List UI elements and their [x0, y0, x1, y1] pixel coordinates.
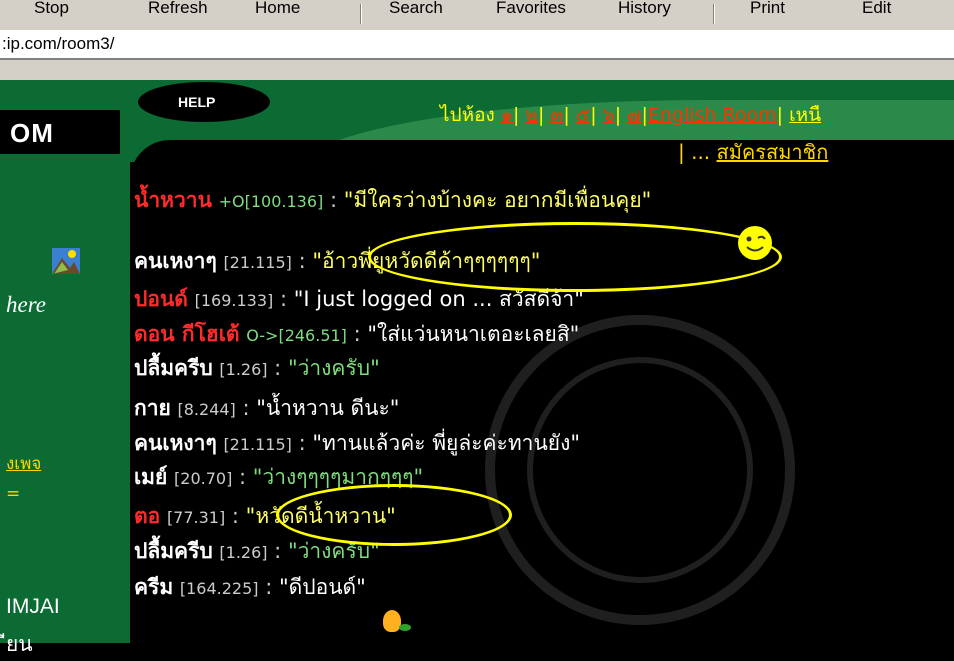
member-prefix: | ... [678, 140, 717, 164]
chat-message: "ทานแล้วค่ะ พี่ยูล่ะค่ะทานยัง" [312, 431, 581, 455]
toolbar-separator [713, 4, 715, 24]
chat-colon: : [273, 287, 294, 311]
chat-colon: : [267, 539, 288, 563]
sidebar-link[interactable]: งเพจ [6, 450, 41, 477]
chat-nick[interactable]: ดอน กีโฮเต้ [134, 322, 240, 346]
chat-ip: [21.115] [223, 435, 292, 454]
chat-ip: [8.244] [177, 400, 236, 419]
room-link-6[interactable]: ๖ [603, 104, 615, 126]
flower-leaf-icon [399, 624, 411, 631]
chat-colon: : [346, 322, 368, 346]
room-links: ไปห้อง ๑| ๒| ๓| ๕| ๖| ๗|English Room| เห… [440, 104, 822, 126]
chat-message: "มีใครว่างบ้างคะ อยากมีเพื่อนคุย" [343, 188, 652, 212]
edit-button[interactable]: Edit [862, 0, 891, 18]
chat-message: "น้ำหวาน ดีนะ" [256, 396, 400, 420]
chat-ip: [21.115] [223, 253, 292, 272]
print-button[interactable]: Print [750, 0, 785, 18]
chat-line: ปลื้มครีบ [1.26] : "ว่างครับ" [134, 352, 380, 385]
chat-line: ครีม [164.225] : "ดีปอนด์" [134, 571, 366, 604]
picture-icon[interactable] [52, 248, 80, 274]
chat-colon: : [267, 356, 288, 380]
chat-nick[interactable]: เมย์ [134, 465, 167, 489]
chat-colon: : [225, 504, 246, 528]
chat-ip: +O[100.136] [218, 192, 324, 211]
chat-line: กาย [8.244] : "น้ำหวาน ดีนะ" [134, 392, 399, 425]
here-link[interactable]: here [6, 292, 46, 318]
address-url[interactable]: :ip.com/room3/ [2, 34, 114, 54]
member-row: | ... สมัครสมาชิก [678, 136, 828, 168]
chat-colon: : [291, 249, 313, 273]
register-link[interactable]: สมัครสมาชิก [717, 140, 829, 164]
browser-toolbar: Stop Refresh Home Search Favorites Histo… [0, 0, 954, 31]
home-button[interactable]: Home [255, 0, 300, 18]
chat-line: คนเหงาๆ [21.115] : "ทานแล้วค่ะ พี่ยูล่ะค… [134, 427, 580, 460]
chat-ip: [77.31] [166, 508, 226, 527]
chat-ip: [1.26] [219, 360, 268, 379]
highlight-circle [368, 222, 782, 292]
address-bar[interactable]: :ip.com/room3/ [0, 30, 954, 60]
chat-message: "ใส่แว่นหนาเตอะเลยสิ" [367, 322, 580, 346]
flower-icon [383, 610, 401, 632]
chat-nick[interactable]: ตอ [134, 504, 160, 528]
chat-ip: O->[246.51] [246, 326, 347, 345]
chat-colon: : [235, 396, 257, 420]
chat-line: ดอน กีโฮเต้ O->[246.51] : "ใส่แว่นหนาเตอ… [134, 318, 579, 351]
toolbar-separator [360, 4, 362, 24]
chat-ip: [20.70] [174, 469, 233, 488]
chat-nick[interactable]: คนเหงาๆ [134, 249, 217, 273]
help-label[interactable]: HELP [178, 94, 215, 110]
chat-colon: : [258, 575, 279, 599]
chat-ip: [164.225] [179, 579, 259, 598]
chat-colon: : [291, 431, 313, 455]
highlight-circle [276, 484, 512, 546]
sidebar: OM here งเพจ = IMJAI ียน [0, 80, 130, 656]
room-link-1[interactable]: ๑ [501, 104, 513, 126]
chat-ip: [1.26] [219, 543, 268, 562]
goto-room-label: ไปห้อง [440, 104, 495, 126]
chat-nick[interactable]: กาย [134, 396, 171, 420]
chat-colon: : [323, 188, 344, 212]
room-link-2[interactable]: ๒ [525, 104, 538, 126]
chat-message: "ดีปอนด์" [278, 575, 366, 599]
chat-nick[interactable]: ครีม [134, 575, 173, 599]
more-link[interactable]: เหนื [789, 104, 821, 126]
sidebar-link-2[interactable]: = [6, 484, 20, 504]
smiley-icon [738, 226, 772, 260]
chat-nick[interactable]: คนเหงาๆ [134, 431, 217, 455]
refresh-button[interactable]: Refresh [148, 0, 208, 18]
watermark-seal [380, 300, 900, 640]
chat-line: น้ำหวาน +O[100.136] : "มีใครว่างบ้างคะ อ… [134, 184, 651, 217]
chat-colon: : [232, 465, 253, 489]
history-button[interactable]: History [618, 0, 671, 18]
room-link-5[interactable]: ๕ [576, 104, 590, 126]
room-link-3[interactable]: ๓ [550, 104, 563, 126]
chat-nick[interactable]: ปลื้มครีบ [134, 356, 213, 380]
stop-button[interactable]: Stop [34, 0, 69, 18]
chat-nick[interactable]: น้ำหวาน [134, 188, 212, 212]
room-link-7[interactable]: ๗ [627, 104, 641, 126]
chat-message: "ว่างครับ" [287, 356, 380, 380]
chat-nick[interactable]: ปอนด์ [134, 287, 188, 311]
english-room-link[interactable]: English Room [648, 104, 777, 126]
chat-nick[interactable]: ปลื้มครีบ [134, 539, 213, 563]
sidebar-text: ียน [6, 633, 33, 656]
page-top-strip [0, 60, 954, 80]
imjai-label: IMJAI [6, 595, 60, 618]
site-logo[interactable]: OM [10, 118, 54, 149]
favorites-button[interactable]: Favorites [496, 0, 566, 18]
chat-ip: [169.133] [194, 291, 274, 310]
search-button[interactable]: Search [389, 0, 443, 18]
